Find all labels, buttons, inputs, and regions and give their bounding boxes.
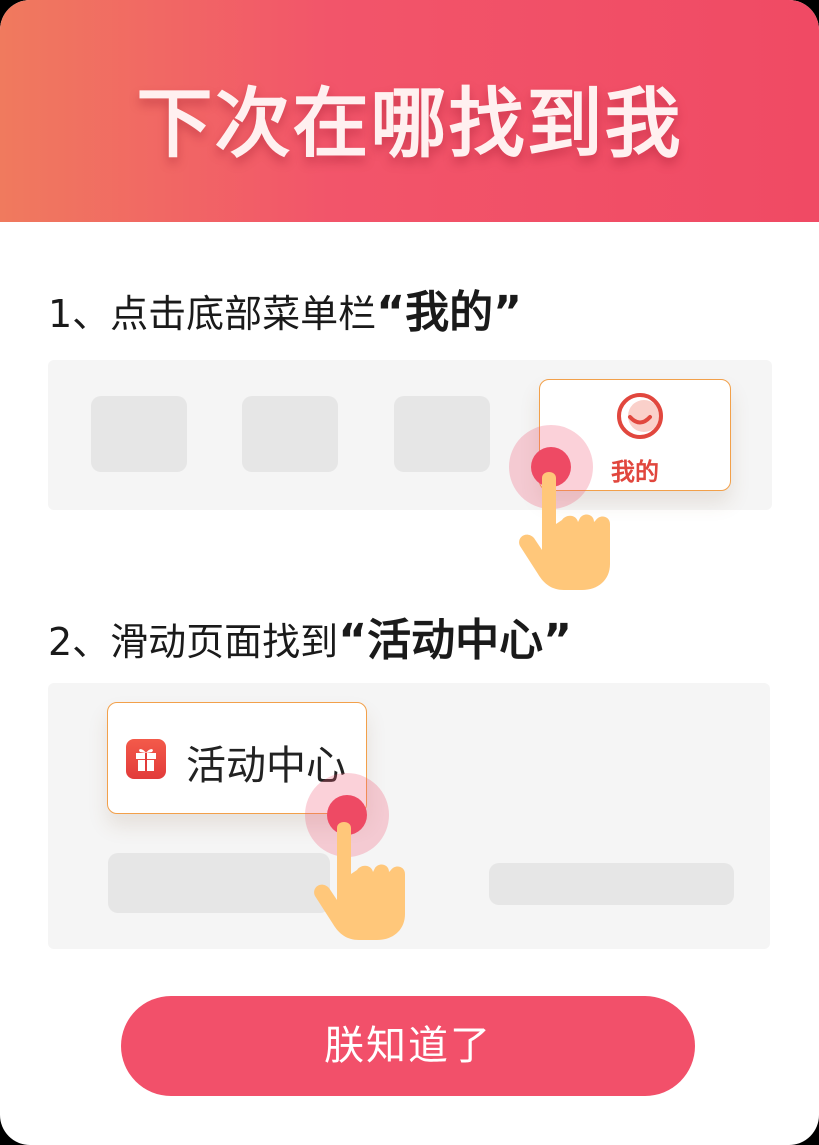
step-2-instruction: 2、滑动页面找到“活动中心” bbox=[48, 604, 572, 668]
menu-placeholder-3 bbox=[394, 396, 490, 472]
page-placeholder-1 bbox=[108, 853, 330, 913]
tap-hand-icon bbox=[519, 472, 610, 590]
step-2-text: 2、滑动页面找到 bbox=[48, 620, 339, 664]
menu-placeholder-1 bbox=[91, 396, 187, 472]
step-1-quote: “我的” bbox=[376, 287, 523, 338]
tap-hand-icon-2 bbox=[314, 822, 405, 940]
dialog-header: 下次在哪找到我 bbox=[0, 0, 819, 222]
got-it-button[interactable]: 朕知道了 bbox=[121, 996, 695, 1096]
page-placeholder-2 bbox=[489, 863, 734, 905]
gift-icon bbox=[126, 739, 166, 779]
smile-face-icon bbox=[617, 393, 663, 439]
menu-placeholder-2 bbox=[242, 396, 338, 472]
dialog-title: 下次在哪找到我 bbox=[136, 79, 683, 168]
step-2-quote: “活动中心” bbox=[338, 615, 573, 666]
step-1-text: 1、点击底部菜单栏 bbox=[48, 292, 377, 336]
step-1-instruction: 1、点击底部菜单栏“我的” bbox=[48, 276, 522, 340]
dialog-card: 下次在哪找到我 1、点击底部菜单栏“我的” 我的 2、滑动页面找到“活动中心” bbox=[0, 0, 819, 1145]
